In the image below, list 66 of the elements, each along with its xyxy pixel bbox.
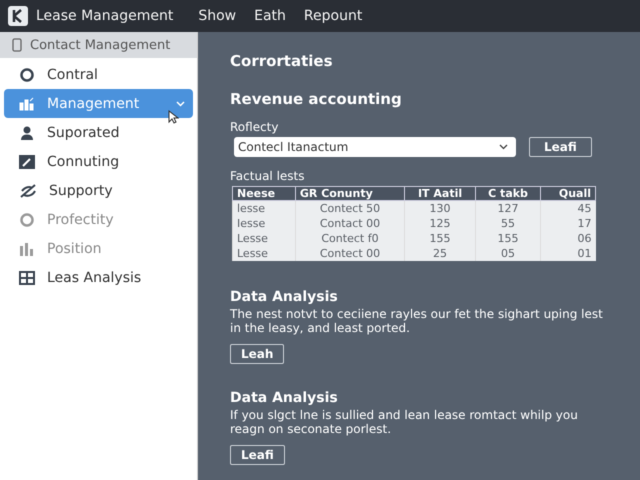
action-button[interactable]: Leafi: [529, 137, 592, 157]
sidebar-header-title: Contact Management: [30, 38, 170, 52]
table-title: Factual lests: [230, 169, 306, 183]
card-title: Data Analysis: [230, 390, 339, 406]
table-cell: 06: [540, 231, 596, 246]
table-cell: 125: [404, 216, 476, 231]
sidebar-item[interactable]: Contral: [4, 60, 193, 89]
sidebar-item-label: Suporated: [47, 124, 120, 140]
table-cell: Contect 50: [295, 200, 405, 216]
grid-icon: [19, 270, 35, 284]
chevron-down-icon: [499, 144, 508, 150]
table-cell: Lesse: [232, 231, 296, 246]
dropdown-field[interactable]: Contecl Itanactum: [234, 137, 516, 157]
action-button[interactable]: Leafi: [230, 445, 285, 465]
table-cell: Contect f0: [295, 231, 405, 246]
table-cell: Iesse: [232, 216, 296, 231]
sidebar-item[interactable]: Connuting: [4, 147, 193, 176]
action-button[interactable]: Leah: [230, 344, 284, 364]
column-header: Quall: [540, 186, 596, 200]
sidebar-item-label: Supporty: [49, 182, 113, 198]
column-header: C takb: [476, 186, 541, 200]
sidebar-item-label: Position: [47, 240, 102, 256]
table-cell: 45: [540, 200, 596, 216]
person-icon: [19, 124, 35, 140]
chart-icon: [19, 96, 35, 110]
card-text: The nest notvt to ceciiene rayles our fet the sighart uping lest in the leasy, and least ported.: [230, 307, 604, 335]
app-title: Lease Management: [36, 8, 174, 24]
menu-item[interactable]: Show: [193, 8, 242, 24]
sidebar-item-label: Connuting: [47, 154, 120, 170]
mouse-cursor-icon: [168, 110, 179, 124]
card-text: If you slgct lne is sullied and lean lease romtact whilp you reagn on seconate porlest.: [230, 408, 579, 436]
sidebar-item[interactable]: Leas Analysis: [4, 263, 193, 292]
sidebar-item[interactable]: Suporated: [4, 118, 193, 147]
column-header: Neese: [232, 186, 296, 200]
table-cell: 127: [476, 200, 541, 216]
sidebar-item-label: Profectity: [47, 212, 114, 228]
menu-item[interactable]: Repount: [298, 8, 368, 24]
table-cell: Contact 00: [295, 216, 405, 231]
sidebar-item[interactable]: Supporty: [4, 176, 193, 205]
clipboard-icon: [12, 38, 22, 52]
sidebar-item-label: Management: [47, 96, 140, 112]
ring-icon: [19, 66, 35, 82]
table-cell: Contect 00: [295, 246, 405, 261]
table-cell: 05: [476, 246, 541, 261]
table-cell: 55: [476, 216, 541, 231]
column-header: GR Conunty: [295, 186, 405, 200]
section-title: Revenue accounting: [230, 90, 403, 108]
table-cell: 01: [540, 246, 596, 261]
column-header: IT Aatil: [404, 186, 476, 200]
page-title: Corrortaties: [230, 52, 334, 70]
table-cell: 130: [404, 200, 476, 216]
sidebar-item-label: Leas Analysis: [47, 270, 142, 286]
app-logo-icon: [8, 6, 28, 26]
table-cell: 25: [404, 246, 476, 261]
chevron-down-icon: [176, 100, 185, 106]
ring-icon: [19, 212, 35, 228]
sidebar-item-label: Contral: [47, 66, 98, 82]
table-cell: Lesse: [232, 246, 296, 261]
field-label: Roflecty: [230, 120, 280, 134]
table-cell: 155: [404, 231, 476, 246]
table-cell: 155: [476, 231, 541, 246]
table-cell: lesse: [232, 200, 296, 216]
table-cell: 17: [540, 216, 596, 231]
menu-item[interactable]: Eath: [249, 8, 291, 24]
bars-icon: [19, 242, 35, 256]
card-title: Data Analysis: [230, 289, 339, 305]
